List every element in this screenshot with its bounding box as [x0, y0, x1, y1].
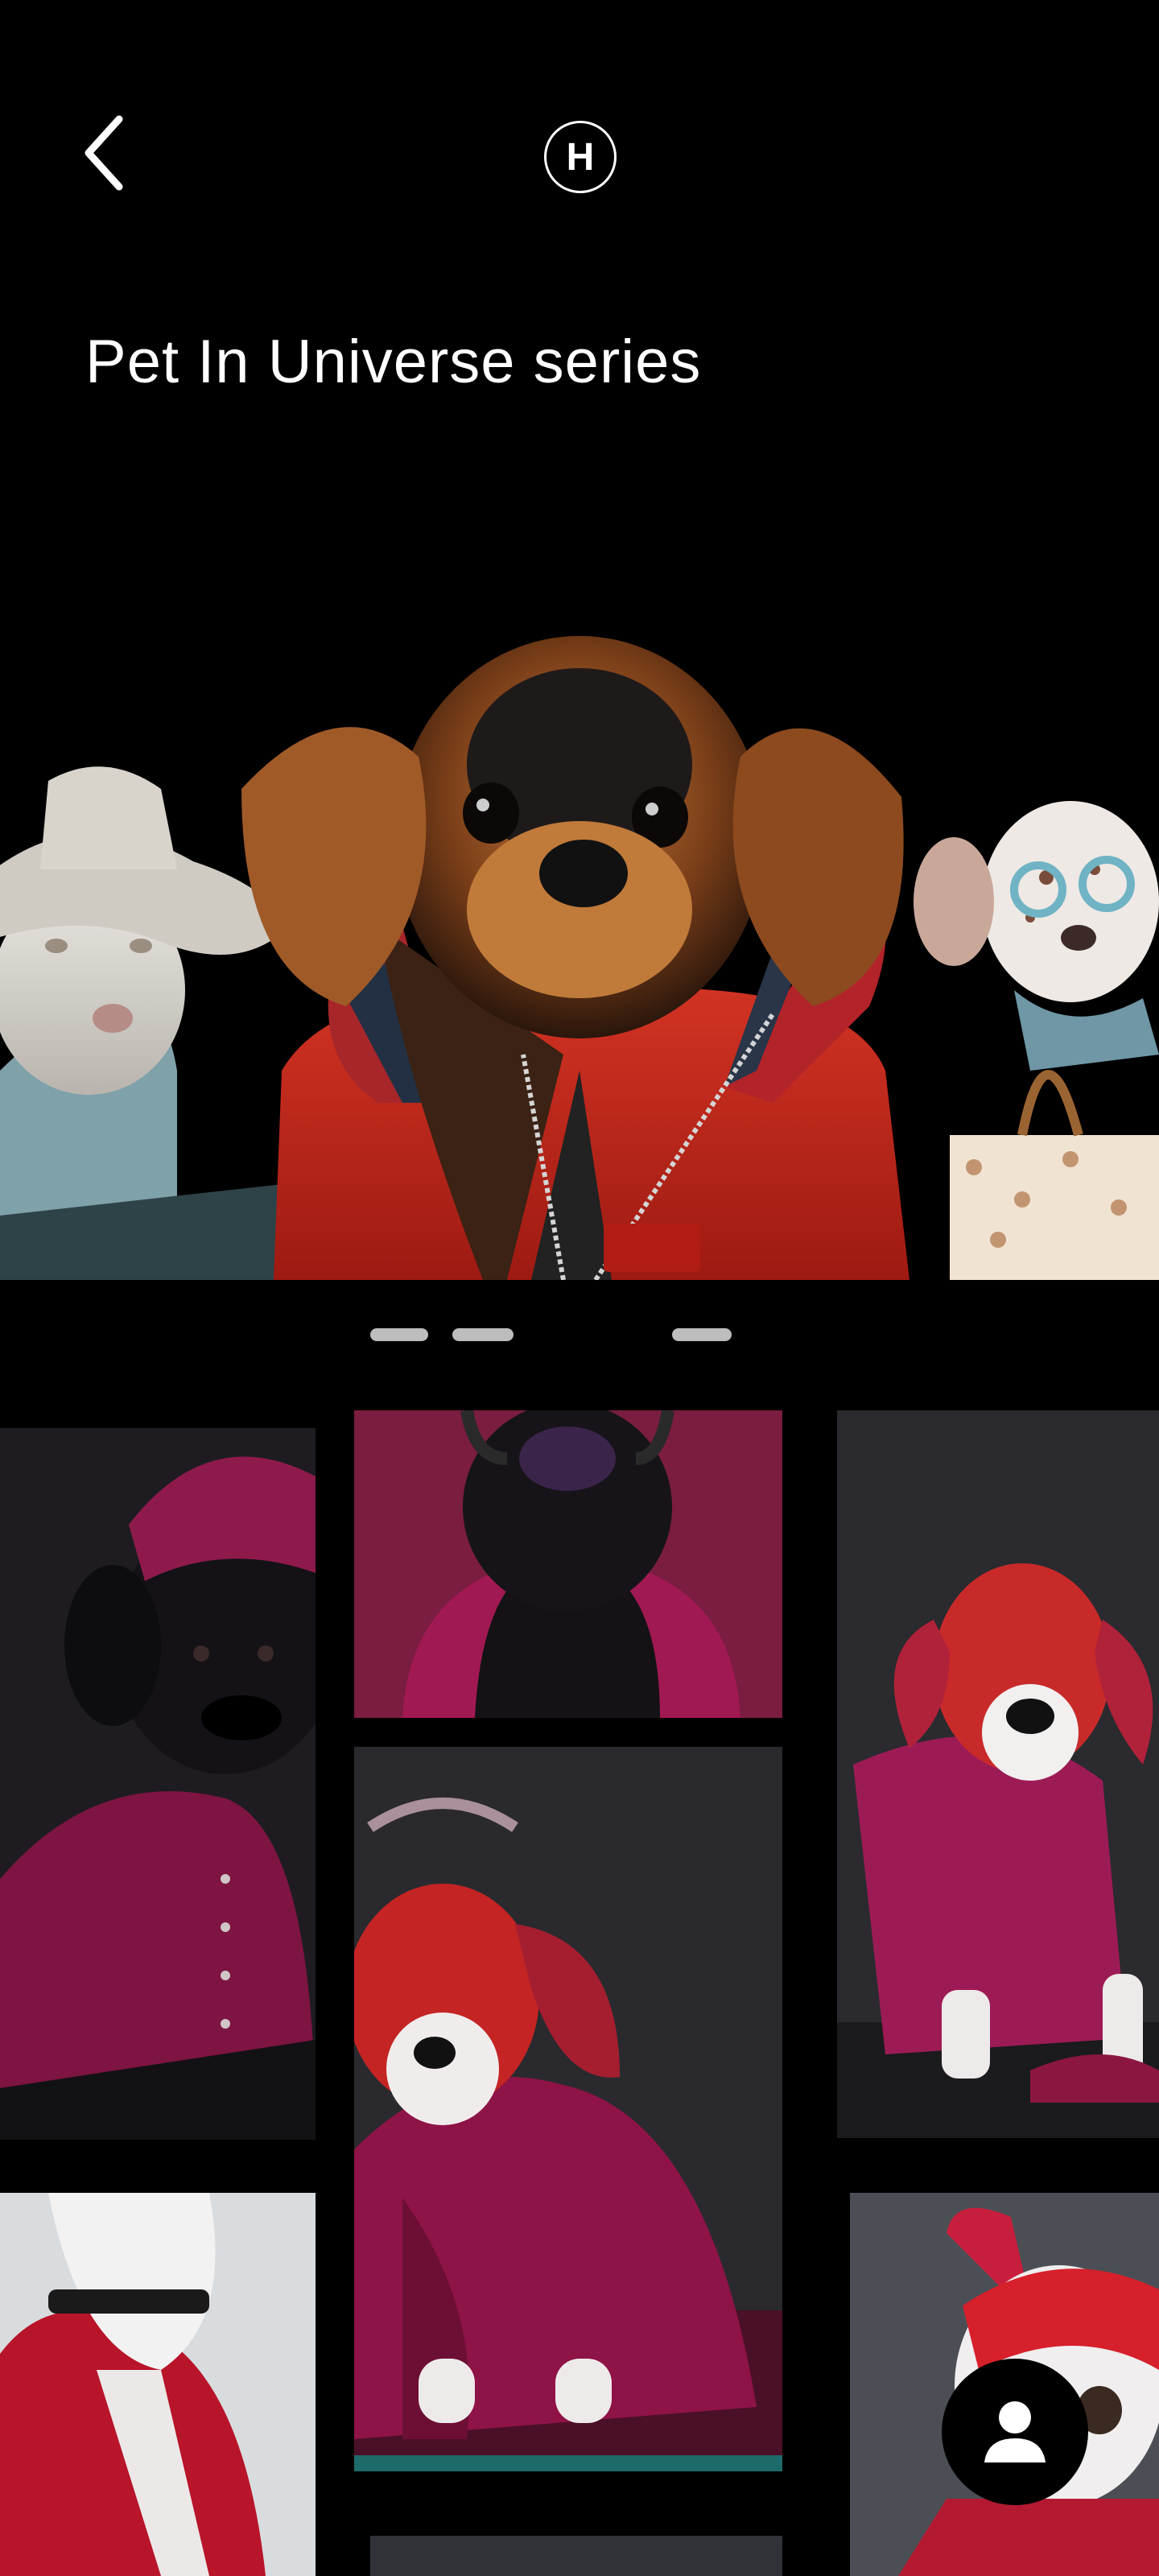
user-icon [984, 2401, 1046, 2462]
gallery-item[interactable] [370, 2536, 782, 2576]
carousel-dot-3[interactable] [672, 1328, 732, 1341]
gallery-item[interactable] [354, 1410, 782, 1718]
hero-slide-right[interactable] [914, 801, 1159, 1280]
profile-fab[interactable] [942, 2359, 1088, 2505]
carousel-dot-1[interactable] [370, 1328, 428, 1341]
gallery-item[interactable] [0, 1428, 316, 2140]
hero-slide-main[interactable] [241, 636, 909, 1280]
hero-carousel[interactable] [0, 491, 1159, 1280]
gallery-item[interactable] [354, 1747, 782, 2471]
gallery-item[interactable] [0, 2193, 316, 2576]
carousel-dot-2[interactable] [452, 1328, 514, 1341]
app-logo[interactable]: H [544, 121, 617, 193]
logo-letter: H [566, 135, 595, 179]
chevron-left-icon [85, 115, 123, 191]
page-title: Pet In Universe series [85, 328, 702, 396]
gallery-item[interactable] [837, 1410, 1159, 2138]
back-button[interactable] [72, 105, 137, 201]
carousel-indicators [0, 1328, 1159, 1344]
